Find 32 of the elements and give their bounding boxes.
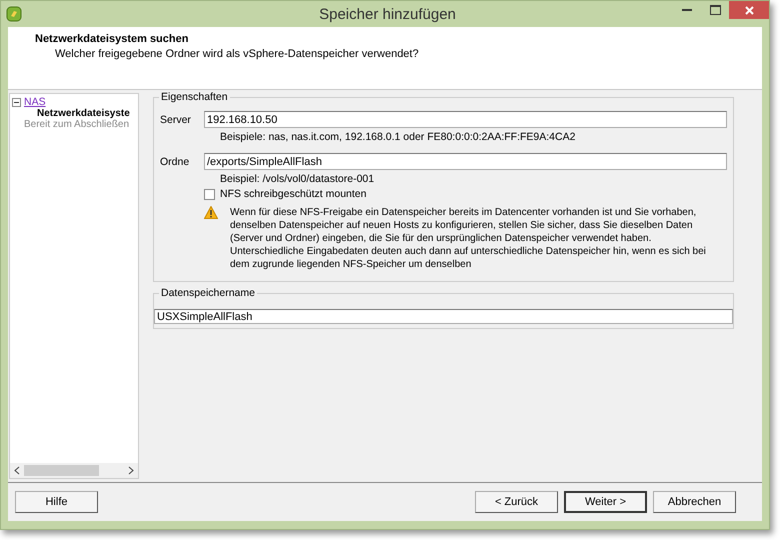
page-subtitle: Welcher freigegebene Ordner wird als vSphere-Datenspeicher verwendet?	[55, 48, 420, 60]
dialog-button[interactable]: Hilfe	[15, 491, 98, 513]
hint-text: Beispiele: nas, nas.it.com, 192.168.0.1 oder FE80:0:0:0:2AA:FF:FE9A:4CA2	[219, 131, 576, 143]
maximize-icon	[710, 5, 720, 15]
window-title: Speicher hinzufügen	[318, 6, 457, 22]
dialog-button[interactable]: < Zurück	[475, 491, 558, 513]
sidebar-step[interactable]: Bereit zum Abschließen	[12, 119, 138, 130]
collapse-icon[interactable]	[12, 98, 21, 106]
warning-text: Wenn für diese NFS-Freigabe ein Datenspeicher bereits im Datencenter vorhanden ist und Sie vorhaben, denselben Datenspeicher auf neuen Hosts zu konfigurieren, stellen Sie sicher, dass Sie dieselben Daten (Server und Ordner) eingeben, die Sie für den ursprünglichen Datenspeicher verwendet haben. Unterschiedliche Eingabedaten deuten auch dann auf unterschiedliche Datenspeicher hin, wenn es sich bei dem zugrunde liegenden NFS-Speicher um denselben	[230, 206, 707, 271]
field-label: Server	[160, 114, 192, 126]
dialog-button[interactable]: Weiter >	[564, 491, 647, 513]
page-title: Netzwerkdateisystem suchen	[35, 33, 190, 45]
hint-text: Beispiel: /vols/vol0/datastore-001	[219, 173, 376, 185]
close-icon	[744, 6, 754, 14]
dialog-button[interactable]: Abbrechen	[653, 491, 736, 513]
input-field[interactable]: /exports/SimpleAllFlash	[204, 153, 727, 170]
warning-icon	[204, 206, 218, 219]
minimize-icon	[682, 9, 692, 11]
sidebar-link[interactable]: NAS	[24, 96, 46, 108]
app-icon	[6, 6, 22, 22]
horizontal-scrollbar[interactable]	[10, 463, 138, 478]
input-field[interactable]: USXSimpleAllFlash	[154, 309, 733, 324]
group-legend: Datenspeichername	[159, 287, 257, 299]
input-field[interactable]: 192.168.10.50	[204, 111, 727, 128]
checkbox[interactable]	[204, 188, 215, 200]
sidebar-step[interactable]: Netzwerkdateisyste	[12, 108, 138, 119]
checkbox-label: NFS schreibgeschützt mounten	[220, 188, 366, 200]
scroll-right-icon[interactable]	[128, 466, 134, 475]
scroll-left-icon[interactable]	[14, 466, 20, 475]
group-legend: Eigenschaften	[159, 91, 230, 103]
field-label: Ordne	[160, 156, 190, 168]
close-button[interactable]	[729, 1, 769, 19]
